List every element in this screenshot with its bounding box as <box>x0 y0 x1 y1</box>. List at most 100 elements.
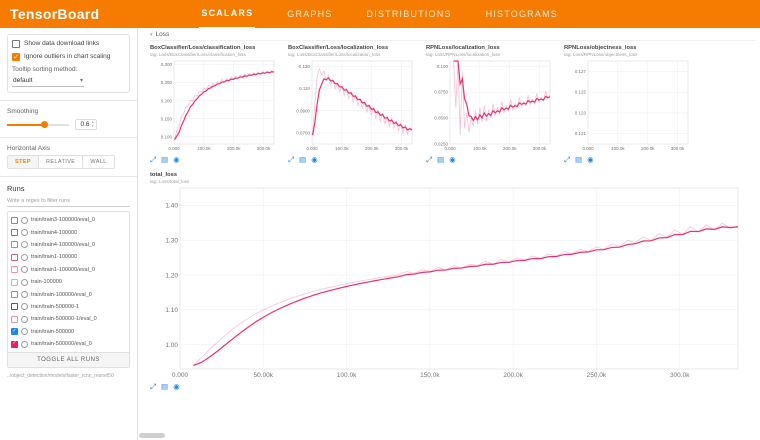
chart-title: total_loss <box>150 172 756 178</box>
run-label: train/train-500000-1 <box>31 304 79 310</box>
tab-scalars[interactable]: SCALARS <box>199 0 255 29</box>
run-isolate-icon[interactable] <box>21 279 28 286</box>
run-item[interactable]: train/train4-100000 <box>11 226 126 238</box>
run-item[interactable]: train/train-500000-1 <box>11 301 126 313</box>
chart-title: BoxClassifier/Loss/classification_loss <box>150 45 278 51</box>
pin-card-icon[interactable]: ◉ <box>587 155 594 165</box>
run-checkbox-icon[interactable] <box>11 291 18 298</box>
run-item[interactable]: train/train1-100000 <box>11 251 126 263</box>
classification-loss-chart[interactable]: 0.1000.1500.2000.2500.3000.000100.0k200.… <box>150 58 278 154</box>
svg-text:0.250: 0.250 <box>161 80 173 85</box>
run-item[interactable]: train/train-100000/eval_0 <box>11 288 126 300</box>
svg-text:0.0500: 0.0500 <box>434 116 448 121</box>
tag-group-header[interactable]: ▾ Loss <box>150 31 756 41</box>
run-label: train/train3-100000/eval_0 <box>31 217 95 223</box>
run-checkbox-icon[interactable] <box>11 316 18 323</box>
run-isolate-icon[interactable] <box>21 303 28 310</box>
slider-fill <box>7 124 44 126</box>
run-item[interactable]: train-100000 <box>11 276 126 288</box>
run-checkbox-icon[interactable] <box>11 266 18 273</box>
run-checkbox-checked-icon[interactable]: ✓ <box>11 341 18 348</box>
fit-domain-icon[interactable]: ▤ <box>437 155 444 165</box>
tooltip-sorting-dropdown[interactable]: default ▾ <box>12 75 84 87</box>
smoothing-value-input[interactable] <box>78 121 92 128</box>
run-isolate-icon[interactable] <box>21 291 28 298</box>
run-checkbox-checked-icon[interactable]: ✓ <box>11 328 18 335</box>
svg-text:1.00: 1.00 <box>165 342 178 349</box>
expand-chart-icon[interactable]: ⤢ <box>150 155 156 165</box>
run-isolate-icon[interactable] <box>21 229 28 236</box>
run-checkbox-icon[interactable] <box>11 254 18 261</box>
svg-text:100.0k: 100.0k <box>473 146 487 151</box>
chart-toolbar: ⤢ ▤ ◉ <box>426 155 554 165</box>
run-item[interactable]: ✓train/train-500000/eval_0 <box>11 338 126 350</box>
run-isolate-icon[interactable] <box>21 217 28 224</box>
svg-text:100.0k: 100.0k <box>197 146 211 151</box>
run-checkbox-icon[interactable] <box>11 217 18 224</box>
run-item[interactable]: train/train3-100000/eval_0 <box>11 214 126 226</box>
svg-text:0.127: 0.127 <box>575 69 587 74</box>
run-checkbox-icon[interactable] <box>11 229 18 236</box>
axis-step-button[interactable]: STEP <box>8 156 39 168</box>
run-checkbox-icon[interactable] <box>11 241 18 248</box>
svg-text:200.0k: 200.0k <box>503 372 523 379</box>
rpn-localization-loss-chart[interactable]: 0.02500.05000.07500.1000.000100.0k200.0k… <box>426 58 554 154</box>
tab-graphs[interactable]: GRAPHS <box>285 0 334 28</box>
run-isolate-icon[interactable] <box>21 266 28 273</box>
run-filter-input[interactable] <box>7 196 130 207</box>
axis-relative-button[interactable]: RELATIVE <box>39 156 83 168</box>
slider-thumb[interactable] <box>41 121 48 128</box>
smoothing-stepper[interactable]: ▴ ▾ <box>92 121 94 128</box>
expand-chart-icon[interactable]: ⤢ <box>288 155 294 165</box>
fit-domain-icon[interactable]: ▤ <box>575 155 582 165</box>
pin-card-icon[interactable]: ◉ <box>173 382 180 392</box>
fit-domain-icon[interactable]: ▤ <box>299 155 306 165</box>
stepper-down-icon[interactable]: ▾ <box>92 125 94 129</box>
expand-chart-icon[interactable]: ⤢ <box>564 155 570 165</box>
run-isolate-icon[interactable] <box>21 254 28 261</box>
svg-text:100.0k: 100.0k <box>335 146 349 151</box>
svg-text:200.0k: 200.0k <box>365 146 379 151</box>
objectness-loss-chart[interactable]: 0.1210.1230.1250.1270.000100.0k200.0k300… <box>564 58 692 154</box>
small-charts-row: BoxClassifier/Loss/classification_loss t… <box>150 45 756 165</box>
pin-card-icon[interactable]: ◉ <box>449 155 456 165</box>
ignore-outliers-checkbox[interactable]: ✓ Ignore outliers in chart scaling <box>12 53 125 61</box>
svg-text:250.0k: 250.0k <box>587 372 607 379</box>
svg-text:0.100: 0.100 <box>437 64 449 69</box>
checkbox-label: Ignore outliers in chart scaling <box>24 53 110 60</box>
run-item[interactable]: train/train1-100000/eval_0 <box>11 264 126 276</box>
show-download-links-checkbox[interactable]: Show data download links <box>12 40 125 48</box>
run-item[interactable]: train/train4-100000/eval_0 <box>11 239 126 251</box>
fit-domain-icon[interactable]: ▤ <box>161 382 168 392</box>
horizontal-axis-label: Horizontal Axis <box>7 145 130 152</box>
svg-text:0.100: 0.100 <box>161 134 173 139</box>
run-checkbox-icon[interactable] <box>11 279 18 286</box>
run-label: train/train-500000 <box>31 329 74 335</box>
run-item[interactable]: ✓ train/train-500000 <box>11 326 126 338</box>
chart-tag: tag: Loss/RPNLoss/localization_loss <box>426 52 554 57</box>
total-loss-chart[interactable]: 1.001.101.201.301.400.00050.00k100.0k150… <box>150 185 742 381</box>
run-isolate-icon[interactable] <box>21 341 28 348</box>
run-checkbox-icon[interactable] <box>11 303 18 310</box>
scalar-chart-card: RPNLoss/objectness_loss tag: Loss/RPNLos… <box>564 45 692 165</box>
run-label: train/train-100000/eval_0 <box>31 292 92 298</box>
run-isolate-icon[interactable] <box>21 241 28 248</box>
smoothing-slider[interactable] <box>7 124 69 126</box>
toggle-all-runs-button[interactable]: TOGGLE ALL RUNS <box>8 352 129 367</box>
pin-card-icon[interactable]: ◉ <box>311 155 318 165</box>
svg-text:0.000: 0.000 <box>168 146 180 151</box>
expand-chart-icon[interactable]: ⤢ <box>150 382 156 392</box>
expand-chart-icon[interactable]: ⤢ <box>426 155 432 165</box>
tab-histograms[interactable]: HISTOGRAMS <box>484 0 560 28</box>
run-isolate-icon[interactable] <box>21 316 28 323</box>
svg-text:300.0k: 300.0k <box>395 146 409 151</box>
box-localization-loss-chart[interactable]: 0.07000.09000.1100.1300.000100.0k200.0k3… <box>288 58 416 154</box>
axis-wall-button[interactable]: WALL <box>83 156 113 168</box>
fit-domain-icon[interactable]: ▤ <box>161 155 168 165</box>
run-isolate-icon[interactable] <box>21 328 28 335</box>
tab-distributions[interactable]: DISTRIBUTIONS <box>365 0 454 28</box>
pin-card-icon[interactable]: ◉ <box>173 155 180 165</box>
horizontal-scrollbar[interactable] <box>139 433 165 438</box>
run-item[interactable]: train/train-500000-1/eval_0 <box>11 313 126 325</box>
total-loss-card: total_loss tag: Loss/total_loss 1.001.10… <box>150 172 756 392</box>
